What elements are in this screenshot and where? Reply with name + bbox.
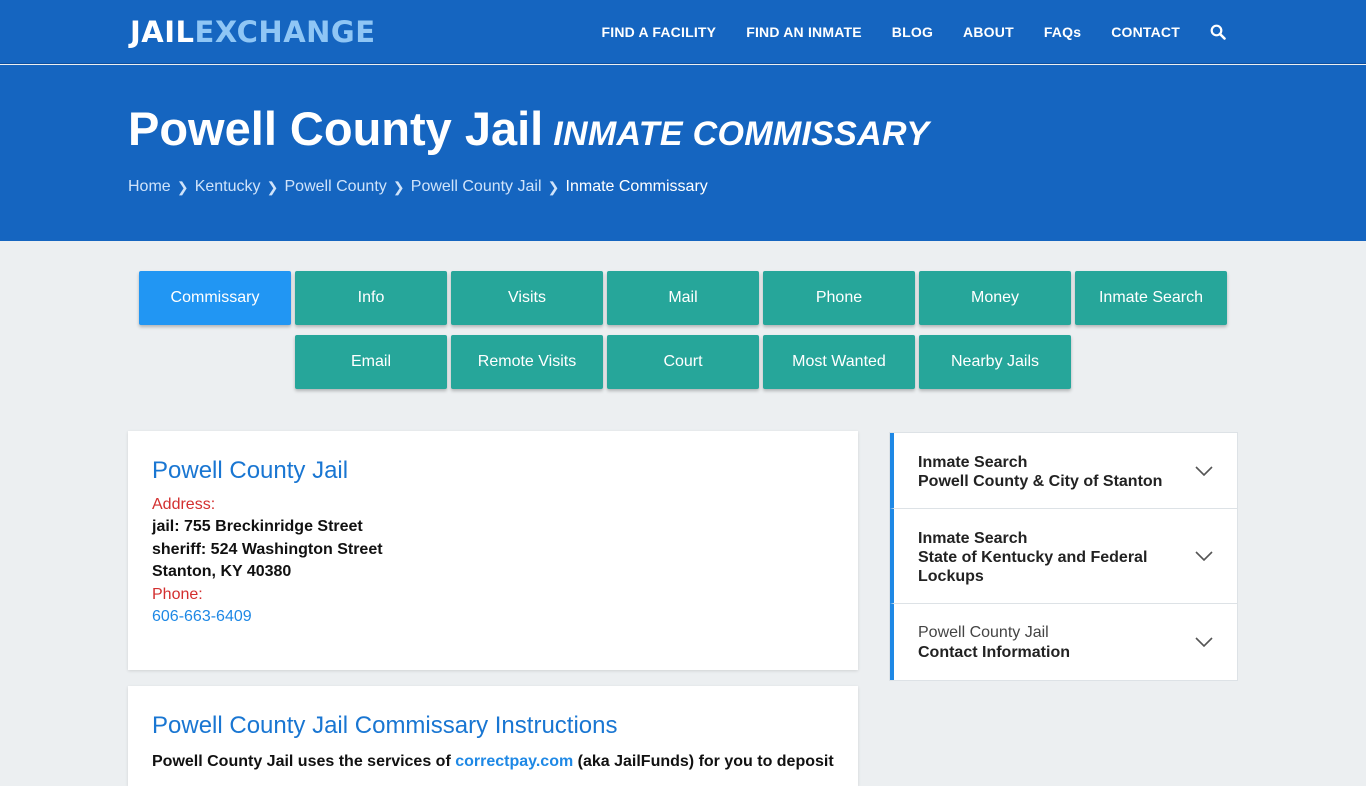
tab-mail[interactable]: Mail (607, 271, 759, 325)
instructions-card: Powell County Jail Commissary Instructio… (128, 686, 858, 786)
address-label: Address: (152, 496, 216, 513)
address-line-sheriff: sheriff: 524 Washington Street (152, 540, 383, 558)
breadcrumb-current: Inmate Commissary (565, 178, 708, 195)
logo-part-exchange: EXCHANGE (194, 15, 376, 49)
correctpay-link[interactable]: correctpay.com (455, 753, 573, 770)
tab-inmate-search[interactable]: Inmate Search (1075, 271, 1227, 325)
nav-faqs[interactable]: FAQs (1044, 24, 1081, 40)
instructions-text: Powell County Jail uses the services of … (152, 751, 834, 773)
chevron-down-icon (1195, 465, 1213, 476)
nav-find-facility[interactable]: FIND A FACILITY (601, 24, 716, 40)
tab-info[interactable]: Info (295, 271, 447, 325)
nav-find-inmate[interactable]: FIND AN INMATE (746, 24, 862, 40)
page-title-main: Powell County Jail (128, 102, 544, 155)
chevron-right-icon: ❯ (266, 178, 279, 195)
address-line-city: Stanton, KY 40380 (152, 563, 292, 580)
chevron-right-icon: ❯ (176, 178, 189, 195)
breadcrumb-powell-county-jail[interactable]: Powell County Jail (411, 178, 542, 196)
chevron-down-icon (1195, 637, 1213, 647)
instructions-text-before: Powell County Jail uses the services of (152, 753, 456, 770)
breadcrumb-home[interactable]: Home (128, 178, 171, 196)
page-hero: Powell County Jail INMATE COMMISSARY Home… (0, 65, 1366, 241)
main-nav: FIND A FACILITY FIND AN INMATE BLOG ABOU… (571, 0, 1226, 64)
tab-email[interactable]: Email (295, 335, 447, 389)
instructions-text-after: (aka JailFunds) for you to deposit (573, 753, 834, 770)
tab-nearby-jails[interactable]: Nearby Jails (919, 335, 1071, 389)
tab-money[interactable]: Money (919, 271, 1071, 325)
chevron-right-icon: ❯ (392, 178, 405, 195)
nav-about[interactable]: ABOUT (963, 24, 1014, 40)
tab-phone[interactable]: Phone (763, 271, 915, 325)
nav-contact[interactable]: CONTACT (1111, 24, 1180, 40)
breadcrumb-powell-county[interactable]: Powell County (285, 178, 387, 196)
top-navbar: JAILEXCHANGE FIND A FACILITY FIND AN INM… (0, 0, 1366, 64)
sidebar-item-label: Inmate Search (918, 454, 1028, 471)
sidebar-accordion: Inmate Search Powell County & City of St… (889, 432, 1238, 681)
sidebar-item-label: Contact Information (918, 644, 1070, 661)
tab-commissary[interactable]: Commissary (139, 271, 291, 325)
sidebar-item-label: Powell County Jail (918, 624, 1049, 641)
phone-link[interactable]: 606-663-6409 (152, 608, 252, 625)
instructions-title: Powell County Jail Commissary Instructio… (152, 712, 618, 739)
page-title-sub: INMATE COMMISSARY (553, 115, 930, 153)
tab-visits[interactable]: Visits (451, 271, 603, 325)
sidebar-item-label: Powell County & City of Stanton (918, 473, 1163, 490)
tab-remote-visits[interactable]: Remote Visits (451, 335, 603, 389)
sidebar-item-label: Lockups (918, 568, 984, 585)
sidebar-item-label: State of Kentucky and Federal (918, 549, 1148, 566)
facility-card: Powell County Jail Address: jail: 755 Br… (128, 431, 858, 670)
sidebar-item-contact-info[interactable]: Powell County Jail Contact Information (890, 604, 1237, 680)
breadcrumb-kentucky[interactable]: Kentucky (195, 178, 261, 196)
tab-court[interactable]: Court (607, 335, 759, 389)
logo-part-jail: JAIL (130, 15, 195, 49)
facility-name: Powell County Jail (152, 457, 349, 484)
chevron-down-icon (1195, 551, 1213, 561)
breadcrumb: Home ❯ Kentucky ❯ Powell County ❯ Powell… (128, 178, 708, 196)
sidebar-item-inmate-search-county[interactable]: Inmate Search Powell County & City of St… (890, 433, 1237, 509)
chevron-right-icon: ❯ (547, 178, 560, 195)
nav-blog[interactable]: BLOG (892, 24, 933, 40)
address-line-jail: jail: 755 Breckinridge Street (152, 518, 363, 535)
tab-most-wanted[interactable]: Most Wanted (763, 335, 915, 389)
sidebar-item-label: Inmate Search (918, 530, 1028, 547)
search-icon[interactable] (1210, 24, 1226, 40)
sidebar-item-inmate-search-state[interactable]: Inmate Search State of Kentucky and Fede… (890, 509, 1237, 604)
site-logo[interactable]: JAILEXCHANGE (130, 14, 376, 50)
phone-label: Phone: (152, 585, 203, 603)
page-title: Powell County Jail INMATE COMMISSARY (128, 101, 929, 162)
